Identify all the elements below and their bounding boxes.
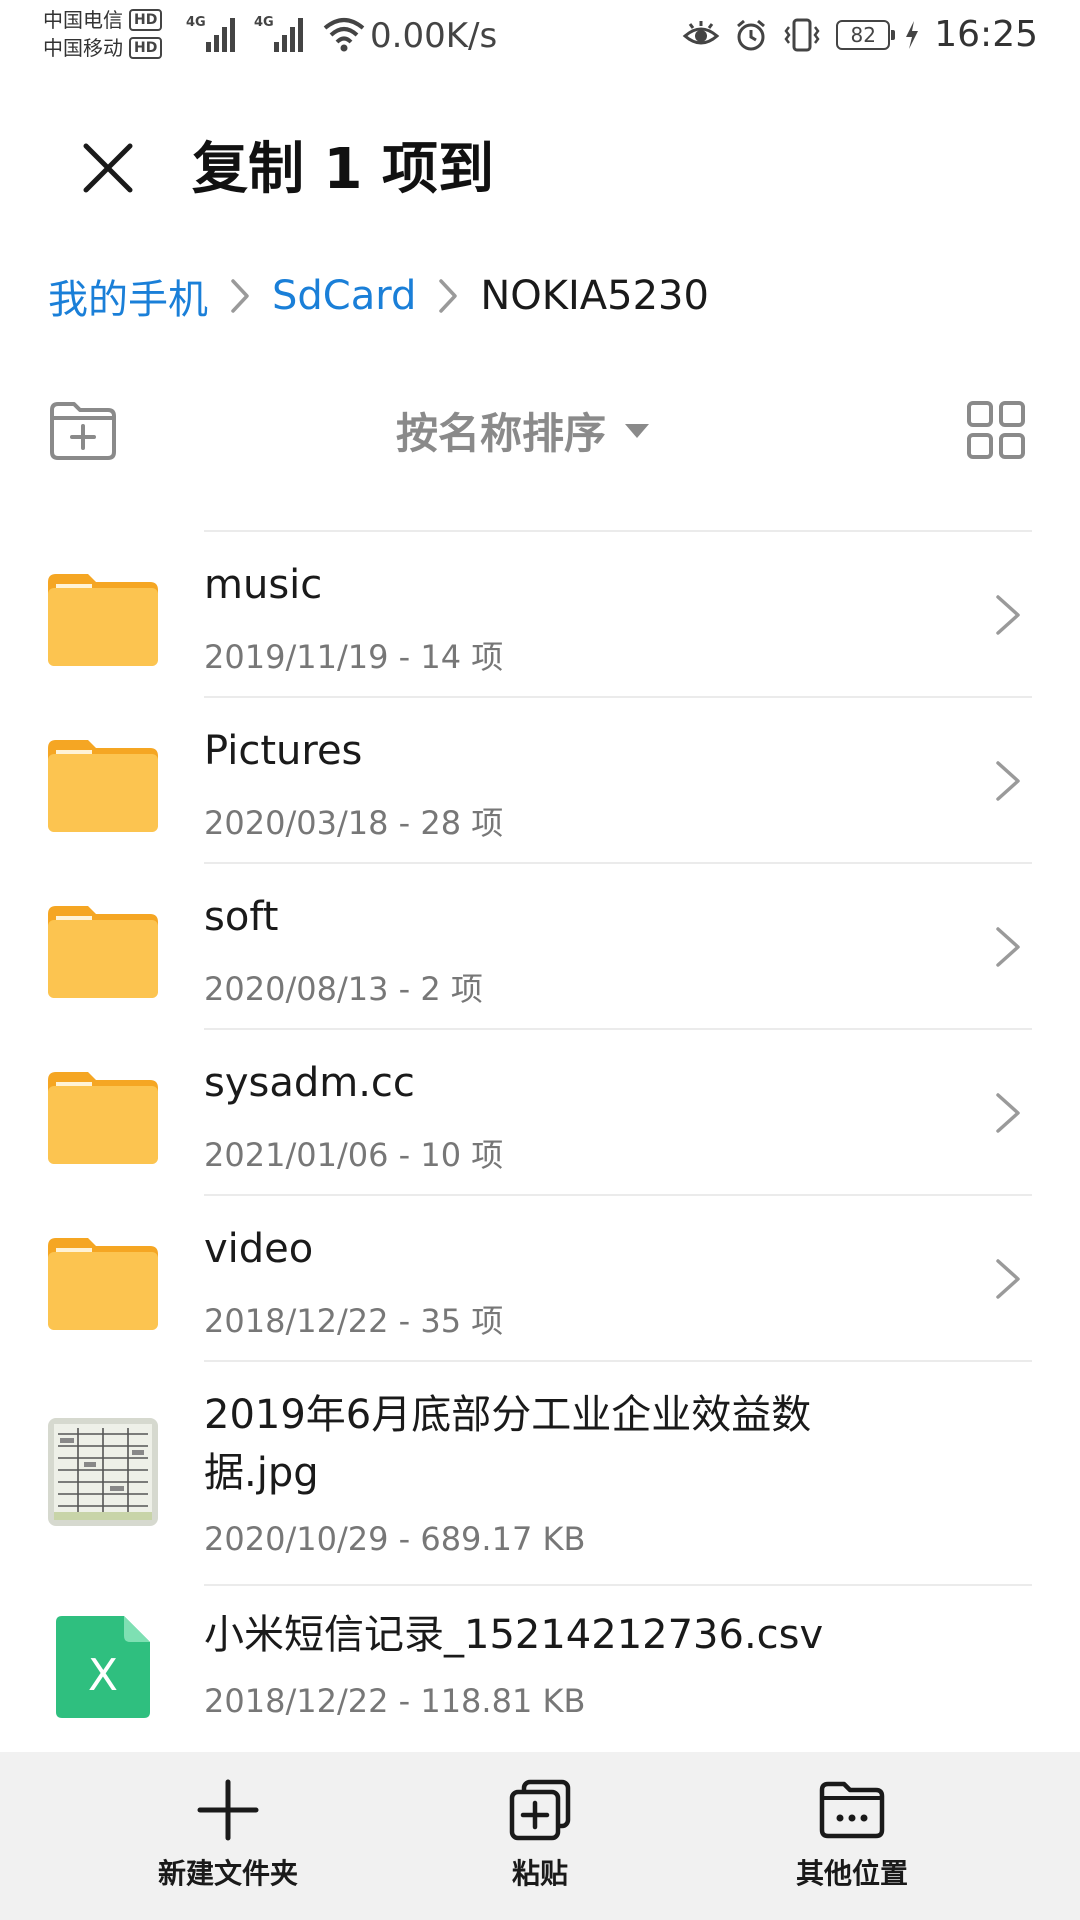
list-item-folder-soft[interactable]: soft 2020/08/13 - 2 项: [0, 862, 1080, 1028]
row-divider: [204, 1028, 1032, 1030]
list-item-folder-pictures[interactable]: Pictures 2020/03/18 - 28 项: [0, 696, 1080, 862]
network-type-label: 4G: [254, 15, 274, 30]
title-bar: 复制 1 项到: [0, 100, 1080, 220]
row-divider: [204, 1360, 1032, 1362]
breadcrumb-item-my-phone[interactable]: 我的手机: [48, 267, 208, 325]
chevron-right-icon: [439, 279, 458, 313]
hd-badge: HD: [129, 9, 163, 31]
folder-icon: [48, 906, 158, 998]
plus-icon: [197, 1779, 259, 1841]
list-item-file-image[interactable]: 2019年6月底部分工业企业效益数 据.jpg 2020/10/29 - 689…: [0, 1360, 1080, 1584]
breadcrumb-separator: [208, 268, 272, 324]
chevron-right-icon: [996, 595, 1020, 635]
row-divider: [204, 696, 1032, 698]
wifi-icon: [323, 18, 365, 52]
carrier-row-1: 中国电信 HD: [43, 6, 163, 34]
breadcrumb-separator: [416, 268, 480, 324]
row-divider: [204, 1584, 1032, 1586]
file-meta: 2021/01/06 - 10 项: [204, 1136, 504, 1174]
close-button[interactable]: [60, 120, 156, 216]
status-icons-right: 82 16:25: [682, 14, 1038, 55]
row-divider: [204, 1194, 1032, 1196]
vibrate-icon: [784, 18, 820, 51]
file-name: 小米短信记录_15214212736.csv: [204, 1612, 824, 1658]
chevron-right-icon: [996, 1259, 1020, 1299]
other-location-label: 其他位置: [795, 1857, 908, 1890]
network-type-label: 4G: [186, 15, 206, 30]
breadcrumb-item-sdcard[interactable]: SdCard: [272, 273, 416, 319]
list-item-file-csv[interactable]: X 小米短信记录_15214212736.csv 2018/12/22 - 11…: [0, 1584, 1080, 1750]
chevron-right-icon: [996, 927, 1020, 967]
file-name: soft: [204, 894, 279, 940]
close-icon: [83, 143, 133, 193]
file-list: music 2019/11/19 - 14 项 Pictures 2020/03…: [0, 530, 1080, 1750]
new-folder-toolbar-button[interactable]: [48, 400, 118, 466]
row-divider: [204, 530, 1032, 532]
file-name-line-1: 2019年6月底部分工业企业效益数: [204, 1392, 812, 1438]
new-folder-label: 新建文件夹: [157, 1857, 298, 1890]
file-meta: 2018/12/22 - 118.81 KB: [204, 1682, 586, 1720]
list-item-folder-sysadm[interactable]: sysadm.cc 2021/01/06 - 10 项: [0, 1028, 1080, 1194]
charging-icon: [906, 20, 919, 49]
carrier-2-label: 中国移动: [43, 36, 123, 60]
carrier-1-label: 中国电信: [43, 8, 123, 32]
file-name: music: [204, 562, 323, 608]
folder-icon: [48, 1072, 158, 1164]
folder-icon: [48, 740, 158, 832]
signal-4g-icon: 4G: [254, 15, 303, 52]
chevron-right-icon: [996, 1093, 1020, 1133]
page-title: 复制 1 项到: [192, 137, 494, 202]
new-folder-button[interactable]: 新建文件夹: [118, 1778, 338, 1892]
breadcrumb-item-nokia5230: NOKIA5230: [480, 273, 709, 319]
carrier-row-2: 中国移动 HD: [43, 34, 163, 62]
grid-view-icon: [967, 401, 1025, 459]
file-meta: 2018/12/22 - 35 项: [204, 1302, 504, 1340]
paste-label: 粘贴: [511, 1857, 568, 1890]
paste-button[interactable]: 粘贴: [430, 1778, 650, 1892]
carrier-info: 中国电信 HD 中国移动 HD: [43, 6, 163, 62]
other-location-button[interactable]: 其他位置: [742, 1778, 962, 1892]
bottom-action-bar: 新建文件夹 粘贴 其他位置: [0, 1752, 1080, 1920]
sort-label: 按名称排序: [396, 409, 607, 458]
network-speed: 0.00K/s: [370, 16, 498, 56]
file-meta: 2020/03/18 - 28 项: [204, 804, 504, 842]
copy-to-screen: 中国电信 HD 中国移动 HD 4G 4G 0.00K/s 82 16:25 复…: [0, 0, 1080, 1920]
spreadsheet-glyph: X: [88, 1650, 118, 1701]
chevron-right-icon: [231, 279, 249, 313]
chevron-right-icon: [996, 761, 1020, 801]
battery-indicator: 82: [836, 19, 896, 50]
file-meta: 2020/08/13 - 2 项: [204, 970, 483, 1008]
status-bar: 中国电信 HD 中国移动 HD 4G 4G 0.00K/s 82 16:25: [0, 0, 1080, 76]
alarm-icon: [737, 19, 766, 50]
image-thumbnail: [48, 1418, 158, 1526]
folder-icon: [48, 574, 158, 666]
hd-badge: HD: [129, 37, 163, 59]
breadcrumb: 我的手机 SdCard NOKIA5230: [48, 268, 709, 324]
grid-view-button[interactable]: [966, 400, 1026, 464]
row-divider: [204, 862, 1032, 864]
spreadsheet-file-icon: X: [56, 1616, 150, 1718]
eye-comfort-icon: [682, 20, 720, 44]
list-item-folder-video[interactable]: video 2018/12/22 - 35 项: [0, 1194, 1080, 1360]
paste-icon: [509, 1779, 571, 1841]
add-folder-icon: [50, 402, 116, 460]
file-name-line-2: 据.jpg: [204, 1450, 319, 1496]
clock: 16:25: [934, 14, 1038, 55]
signal-indicators: 4G 4G: [186, 12, 366, 54]
sort-dropdown[interactable]: 按名称排序: [396, 400, 650, 461]
dropdown-triangle-icon: [625, 423, 650, 438]
signal-4g-icon: 4G: [186, 15, 235, 52]
folder-icon: [48, 1238, 158, 1330]
file-name: Pictures: [204, 728, 363, 774]
file-meta: 2019/11/19 - 14 项: [204, 638, 504, 676]
list-item-folder-music[interactable]: music 2019/11/19 - 14 项: [0, 530, 1080, 696]
folder-more-icon: [819, 1781, 885, 1839]
file-name: video: [204, 1226, 314, 1272]
file-name: sysadm.cc: [204, 1060, 415, 1106]
file-meta: 2020/10/29 - 689.17 KB: [204, 1520, 586, 1558]
